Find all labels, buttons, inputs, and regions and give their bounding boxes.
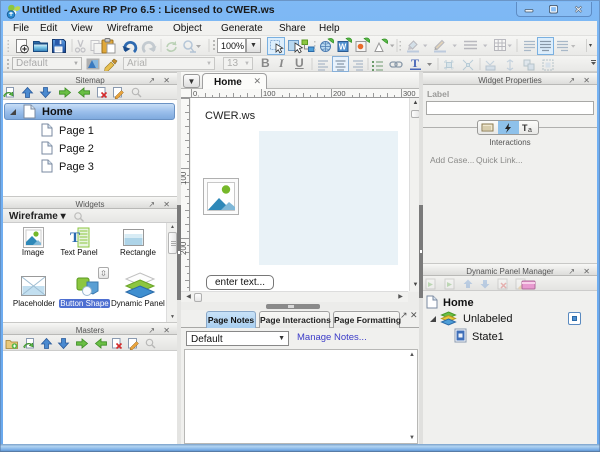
svg-text:300: 300: [403, 89, 416, 98]
svg-text:T: T: [70, 230, 80, 246]
svg-text:T: T: [411, 56, 419, 70]
svg-text:W: W: [339, 43, 347, 52]
svg-text:200: 200: [333, 89, 346, 98]
svg-text:100: 100: [181, 171, 188, 185]
svg-text:100: 100: [263, 89, 276, 98]
svg-text:200: 200: [181, 241, 188, 255]
svg-text:a: a: [528, 127, 532, 133]
svg-text:0: 0: [193, 89, 197, 98]
